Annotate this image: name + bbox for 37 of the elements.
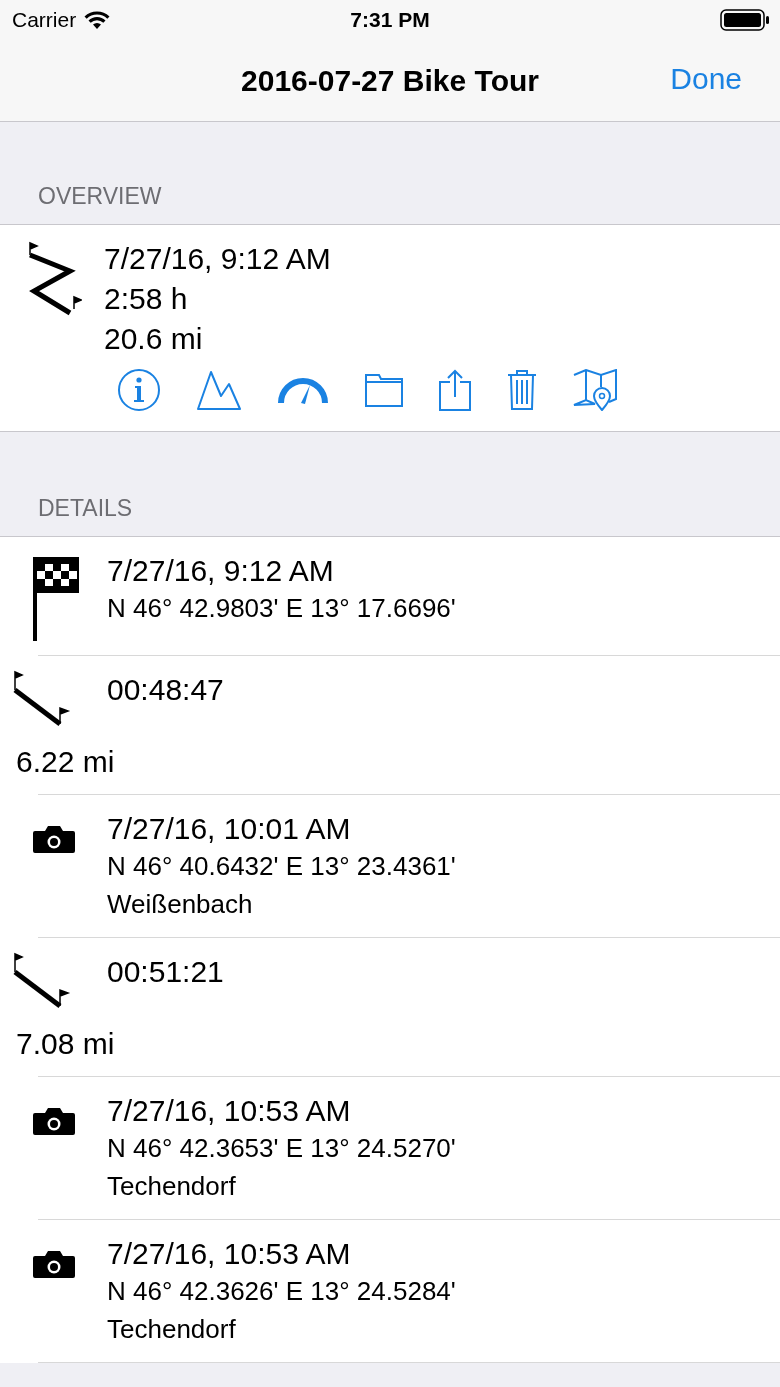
overview-text: 2:58 h	[104, 281, 189, 317]
row-title: 7/27/16, 10:53 AM	[107, 1236, 352, 1272]
battery-icon	[720, 9, 770, 31]
row-title: 7/27/16, 9:12 AM	[107, 553, 335, 589]
segment-distance: 7.08 mi	[16, 1026, 116, 1062]
row-detail: Weißenbach	[107, 888, 254, 921]
nav-title: 2016-07-27 Bike Tour	[241, 63, 539, 98]
section-header: DETAILS	[38, 495, 133, 522]
row-title: 00:51:21	[107, 954, 224, 990]
wifi-icon	[84, 10, 111, 30]
gauge-icon[interactable]	[277, 375, 329, 405]
overview-text: 7/27/16, 9:12 AM	[104, 241, 331, 277]
row-title: 7/27/16, 10:01 AM	[107, 811, 352, 847]
info-icon[interactable]	[117, 368, 161, 412]
done-button[interactable]: Done	[670, 62, 742, 96]
section-header: OVERVIEW	[38, 183, 162, 210]
row-detail: N 46° 42.9803' E 13° 17.6696'	[107, 592, 456, 625]
mountain-icon[interactable]	[197, 370, 241, 410]
carrier-label: Carrier	[12, 8, 77, 32]
trash-icon[interactable]	[507, 369, 537, 411]
row-detail: N 46° 42.3626' E 13° 24.5284'	[107, 1275, 456, 1308]
row-title: 7/27/16, 10:53 AM	[107, 1093, 352, 1129]
row-detail: Techendorf	[107, 1313, 237, 1346]
row-detail: Techendorf	[107, 1170, 237, 1203]
checkered-flag-icon	[32, 557, 79, 641]
overview-text: 20.6 mi	[104, 321, 204, 357]
folder-icon[interactable]	[365, 373, 403, 407]
camera-icon	[32, 1250, 75, 1278]
row-title: 00:48:47	[107, 672, 224, 708]
row-detail: N 46° 42.3653' E 13° 24.5270'	[107, 1132, 456, 1165]
status-time: 7:31 PM	[350, 8, 430, 32]
map-pin-icon[interactable]	[573, 369, 617, 411]
share-icon[interactable]	[439, 369, 471, 411]
segment-distance: 6.22 mi	[16, 744, 116, 780]
row-detail: N 46° 40.6432' E 13° 23.4361'	[107, 850, 456, 883]
camera-icon	[32, 825, 75, 853]
camera-icon	[32, 1107, 75, 1135]
